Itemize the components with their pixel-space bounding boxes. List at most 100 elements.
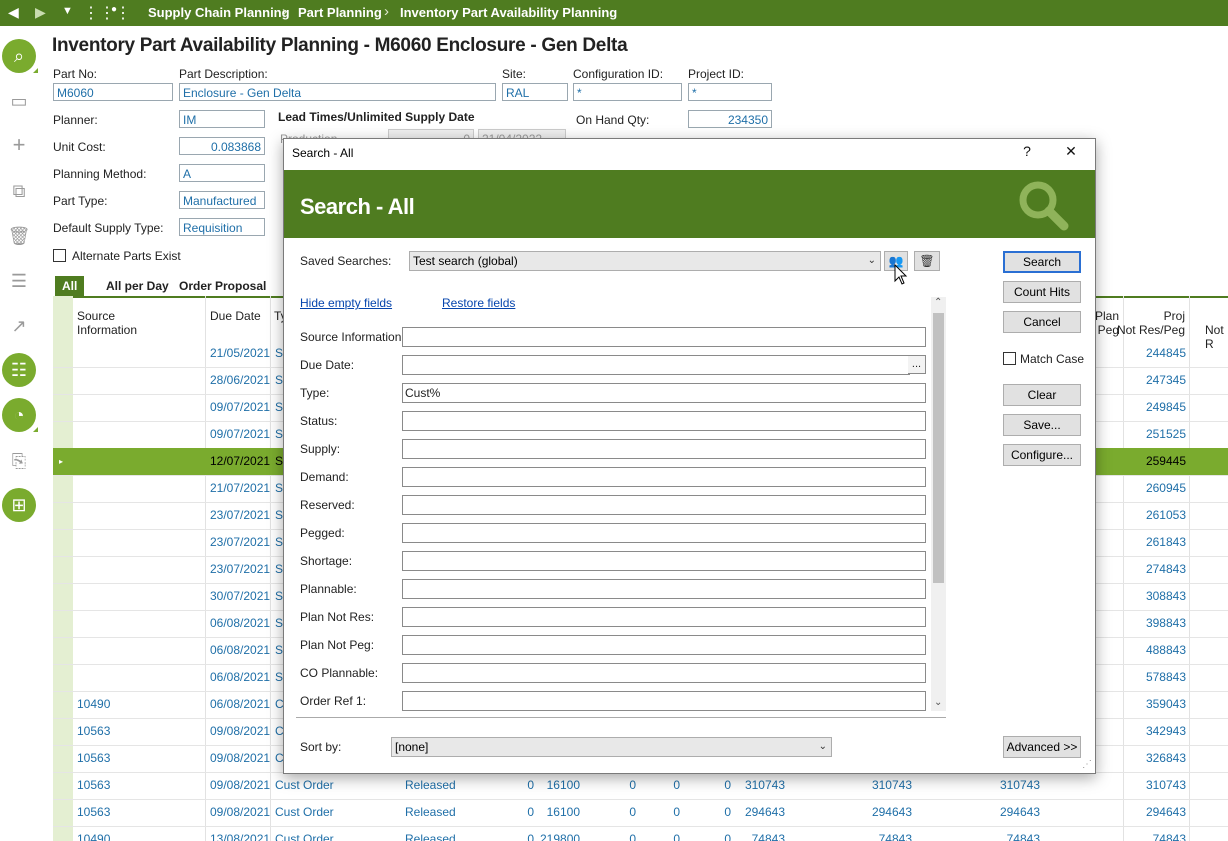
cell-c: 0 (629, 805, 636, 819)
col-header-due-date[interactable]: Due Date (210, 309, 261, 323)
table-row[interactable]: 10563 09/08/2021 Cust Order Released 0 16100 0… (53, 772, 1228, 800)
search-field-input[interactable] (402, 523, 926, 543)
scrollbar-thumb[interactable] (933, 313, 944, 583)
cell-c: 0 (629, 778, 636, 792)
open-icon[interactable]: ↗ (6, 313, 32, 339)
cell-due: 09/07/2021 (210, 400, 271, 414)
search-field-input[interactable]: Cust% (402, 383, 926, 403)
unit-cost-field[interactable]: 0.083868 (179, 137, 265, 155)
tab-all-per-day[interactable]: All per Day (99, 276, 176, 296)
search-icon[interactable]: ⌕ (2, 39, 36, 73)
cell-a: 0 (527, 805, 534, 819)
cell-h: 310743 (999, 778, 1040, 792)
cell-status: Released (405, 805, 456, 819)
cell-due: 06/08/2021 (210, 697, 271, 711)
breadcrumb-supply-chain[interactable]: Supply Chain Planning (148, 5, 290, 20)
search-field-label: Source Information: (300, 330, 405, 344)
sort-by-select[interactable]: [none] ⌄ (391, 737, 832, 757)
part-no-field[interactable]: M6060 (53, 83, 173, 101)
search-field-label: Shortage: (300, 554, 353, 568)
cell-due: 30/07/2021 (210, 589, 271, 603)
list-icon[interactable]: ☰ (6, 268, 32, 294)
cell-a: 0 (527, 778, 534, 792)
cell-proj: 310743 (1145, 778, 1186, 792)
site-label: Site: (502, 67, 527, 81)
date-picker-button[interactable]: ... (908, 355, 926, 374)
top-nav-bar: ◀ ▶ ▼ ⋮⋮⋮ ● Supply Chain Planning › Part… (0, 0, 1228, 26)
search-field-input[interactable] (402, 691, 926, 711)
part-desc-field[interactable]: Enclosure - Gen Delta (179, 83, 496, 101)
hide-empty-fields-link[interactable]: Hide empty fields (300, 296, 392, 310)
cell-due: 09/08/2021 (210, 778, 271, 792)
tab-order-proposal[interactable]: Order Proposal (172, 276, 273, 296)
breadcrumb-part-planning[interactable]: Part Planning (298, 5, 382, 20)
project-field[interactable]: * (688, 83, 772, 101)
add-icon[interactable]: + (6, 132, 32, 158)
count-hits-button[interactable]: Count Hits (1003, 281, 1081, 303)
close-icon[interactable]: ✕ (1061, 143, 1081, 160)
duplicate-icon[interactable]: ⧉ (6, 178, 32, 204)
save-button[interactable]: Save... (1003, 414, 1081, 436)
search-field-label: Supply: (300, 442, 341, 456)
configure-button[interactable]: Configure... (1003, 444, 1081, 466)
scroll-down-icon[interactable]: ⌄ (934, 697, 942, 708)
cell-due: 09/08/2021 (210, 805, 271, 819)
search-field-input[interactable] (402, 439, 926, 459)
config-field[interactable]: * (573, 83, 682, 101)
table-row[interactable]: 10490 13/08/2021 Cust Order Released 0 219800… (53, 826, 1228, 841)
apps-grid-icon[interactable]: ⋮⋮⋮ (83, 3, 131, 23)
search-field-input[interactable] (402, 663, 926, 683)
search-field-input[interactable] (402, 635, 926, 655)
help-icon[interactable]: ? (1017, 143, 1037, 159)
back-icon[interactable]: ◀ (8, 4, 19, 21)
fields-scrollbar[interactable]: ⌃ ⌄ (931, 297, 946, 711)
cell-proj: 308843 (1145, 589, 1186, 603)
new-document-icon[interactable]: ⊞ (2, 488, 36, 522)
cell-g: 294643 (871, 805, 912, 819)
delete-icon[interactable]: 🗑 (6, 223, 32, 249)
tab-all[interactable]: All (55, 276, 85, 296)
planner-field[interactable]: IM (179, 110, 265, 128)
trash-icon[interactable]: 🗑 (914, 251, 940, 271)
saved-searches-select[interactable]: Test search (global) ⌄ (409, 251, 881, 271)
on-hand-field[interactable]: 234350 (688, 110, 772, 128)
analytics-icon[interactable]: ◔ (2, 398, 36, 432)
supply-type-label: Default Supply Type: (53, 221, 164, 235)
forward-icon[interactable]: ▶ (35, 4, 46, 21)
match-case-checkbox[interactable] (1003, 352, 1016, 365)
clear-button[interactable]: Clear (1003, 384, 1081, 406)
resize-grip-icon[interactable]: ⋰ (1082, 759, 1092, 770)
search-field-input[interactable] (402, 607, 926, 627)
search-field-input[interactable] (402, 551, 926, 571)
report-icon[interactable]: ⎘ (6, 448, 32, 474)
chevron-down-icon: ⌄ (818, 741, 827, 752)
planning-method-field[interactable]: A (179, 164, 265, 182)
scroll-up-icon[interactable]: ⌃ (934, 297, 942, 308)
dot-icon: ● (111, 4, 118, 15)
dropdown-icon[interactable]: ▼ (62, 5, 73, 17)
search-field-input[interactable] (402, 579, 926, 599)
alt-parts-checkbox[interactable] (53, 249, 66, 262)
col-header-proj-not-res-peg[interactable]: Proj Not Res/Peg (1113, 309, 1185, 337)
cell-e: 0 (724, 805, 731, 819)
table-row[interactable]: 10563 09/08/2021 Cust Order Released 0 16100 0… (53, 799, 1228, 827)
match-case-label: Match Case (1020, 352, 1085, 366)
search-field-input[interactable] (402, 355, 910, 375)
chevron-right-icon: › (384, 3, 389, 20)
col-header-source[interactable]: Source Information (77, 309, 197, 337)
save-icon[interactable]: ▭ (6, 88, 32, 114)
search-field-input[interactable] (402, 495, 926, 515)
site-field[interactable]: RAL (502, 83, 568, 101)
details-icon[interactable]: ☷ (2, 353, 36, 387)
supply-type-field[interactable]: Requisition (179, 218, 265, 236)
breadcrumb-current[interactable]: Inventory Part Availability Planning (400, 5, 617, 20)
part-type-field[interactable]: Manufactured (179, 191, 265, 209)
search-field-input[interactable] (402, 467, 926, 487)
restore-fields-link[interactable]: Restore fields (442, 296, 515, 310)
advanced-button[interactable]: Advanced >> (1003, 736, 1081, 758)
cell-h: 74843 (1006, 832, 1040, 841)
cancel-button[interactable]: Cancel (1003, 311, 1081, 333)
search-button[interactable]: Search (1003, 251, 1081, 273)
search-field-input[interactable] (402, 327, 926, 347)
search-field-input[interactable] (402, 411, 926, 431)
